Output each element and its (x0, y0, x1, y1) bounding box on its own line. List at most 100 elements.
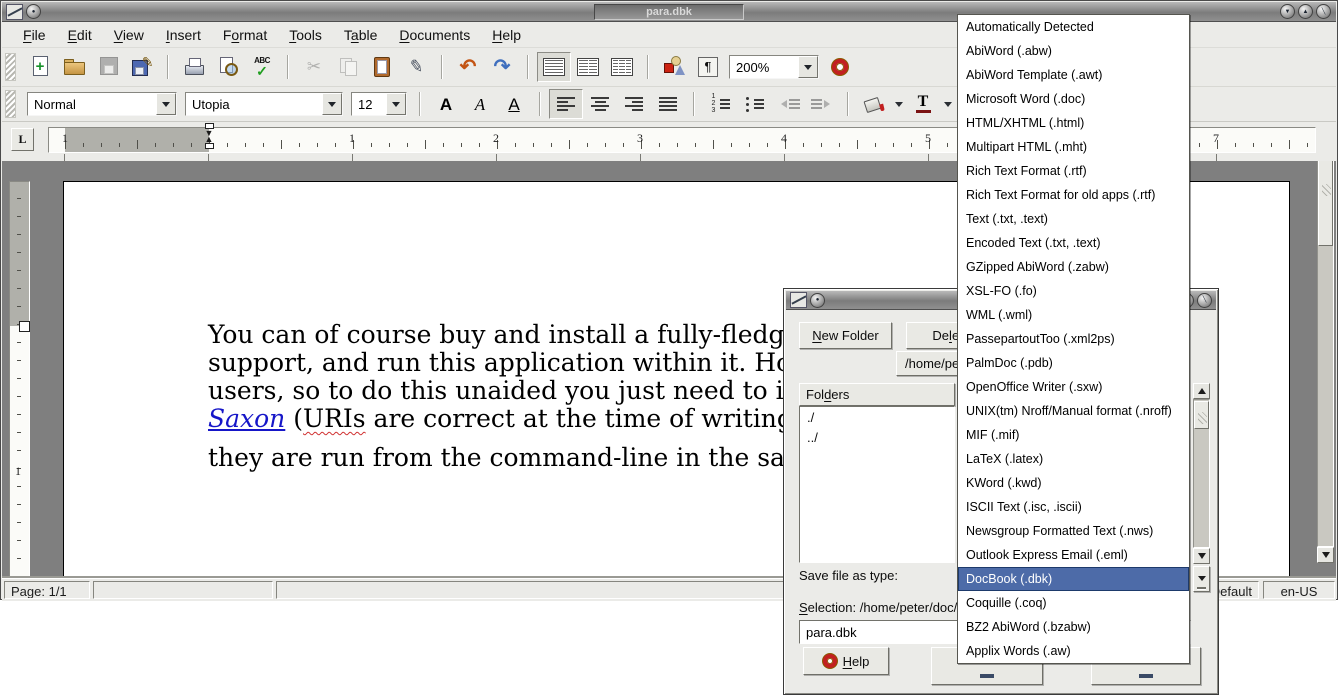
format-toolbar-drag-handle[interactable] (5, 90, 16, 118)
format-option[interactable]: XSL-FO (.fo) (958, 279, 1189, 303)
help-button[interactable] (823, 52, 857, 82)
spellcheck-button[interactable]: ABC✓ (245, 52, 279, 82)
format-option[interactable]: PassepartoutToo (.xml2ps) (958, 327, 1189, 351)
one-column-button[interactable] (537, 52, 571, 82)
window-menu-button[interactable]: ● (26, 4, 41, 19)
save-type-dropdown-arrow[interactable] (1193, 566, 1210, 592)
font-color-arrow[interactable] (940, 90, 955, 118)
align-center-button[interactable] (583, 89, 617, 119)
scroll-down-button[interactable] (1317, 547, 1334, 563)
zoom-combo-arrow-icon[interactable] (798, 56, 818, 78)
format-option[interactable]: AbiWord (.abw) (958, 39, 1189, 63)
menu-insert[interactable]: Insert (155, 24, 212, 46)
format-option[interactable]: MIF (.mif) (958, 423, 1189, 447)
format-option[interactable]: UNIX(tm) Nroff/Manual format (.nroff) (958, 399, 1189, 423)
files-scrollbar[interactable] (1193, 383, 1210, 564)
folder-item[interactable]: ../ (800, 427, 954, 447)
close-button[interactable]: ╲ (1316, 4, 1331, 19)
numbered-list-button[interactable]: 123 (703, 89, 737, 119)
main-toolbar-drag-handle[interactable] (5, 53, 16, 81)
menu-table[interactable]: Table (333, 24, 388, 46)
format-option[interactable]: KWord (.kwd) (958, 471, 1189, 495)
save-as-button[interactable]: ✎ (125, 52, 159, 82)
format-option[interactable]: OpenOffice Writer (.sxw) (958, 375, 1189, 399)
files-scroll-down-button[interactable] (1193, 548, 1210, 564)
background-color-arrow[interactable] (891, 90, 906, 118)
dialog-help-button[interactable]: Help (803, 647, 889, 675)
italic-button[interactable]: A (463, 89, 497, 119)
size-combo-arrow-icon[interactable] (386, 93, 406, 115)
print-preview-button[interactable] (211, 52, 245, 82)
align-right-button[interactable] (617, 89, 651, 119)
format-option[interactable]: Rich Text Format (.rtf) (958, 159, 1189, 183)
format-option[interactable]: Microsoft Word (.doc) (958, 87, 1189, 111)
style-combo-arrow-icon[interactable] (156, 93, 176, 115)
stylus-button[interactable]: ✎ (399, 52, 433, 82)
format-option[interactable]: WML (.wml) (958, 303, 1189, 327)
format-option[interactable]: Multipart HTML (.mht) (958, 135, 1189, 159)
maximize-button[interactable]: ▲ (1298, 4, 1313, 19)
vertical-ruler[interactable]: 1 (9, 181, 30, 578)
show-formatting-marks-button[interactable]: ¶ (691, 52, 725, 82)
align-justify-button[interactable] (651, 89, 685, 119)
format-option[interactable]: ISCII Text (.isc, .iscii) (958, 495, 1189, 519)
format-option[interactable]: Coquille (.coq) (958, 591, 1189, 615)
format-option[interactable]: Rich Text Format for old apps (.rtf) (958, 183, 1189, 207)
scroll-track[interactable] (1317, 161, 1334, 547)
format-option[interactable]: DocBook (.dbk) (958, 567, 1189, 591)
three-columns-button[interactable] (605, 52, 639, 82)
vertical-scrollbar[interactable] (1317, 161, 1334, 563)
menu-view[interactable]: View (103, 24, 155, 46)
files-scroll-thumb[interactable] (1194, 401, 1209, 429)
menu-edit[interactable]: Edit (57, 24, 103, 46)
format-option[interactable]: Encoded Text (.txt, .text) (958, 231, 1189, 255)
format-option[interactable]: Automatically Detected (958, 15, 1189, 39)
two-columns-button[interactable] (571, 52, 605, 82)
bulleted-list-button[interactable] (737, 89, 771, 119)
hyperlink[interactable]: Saxon (208, 404, 285, 433)
format-option[interactable]: AbiWord Template (.awt) (958, 63, 1189, 87)
files-scroll-track[interactable] (1193, 399, 1210, 548)
align-left-button[interactable] (549, 89, 583, 119)
format-option[interactable]: Text (.txt, .text) (958, 207, 1189, 231)
folders-list[interactable]: ./../ (799, 406, 955, 563)
redo-button[interactable]: ↷ (485, 52, 519, 82)
menu-tools[interactable]: Tools (278, 24, 333, 46)
show-drawings-button[interactable] (657, 52, 691, 82)
dialog-menu-button[interactable]: ● (810, 293, 825, 308)
indent-marker[interactable]: ▼ ▲ (202, 123, 216, 163)
files-scroll-up-button[interactable] (1193, 383, 1210, 399)
format-option[interactable]: PalmDoc (.pdb) (958, 351, 1189, 375)
font-color-button[interactable]: T (906, 89, 940, 119)
zoom-combo[interactable]: 200% (729, 55, 819, 79)
shade-button[interactable]: ▼ (1280, 4, 1295, 19)
font-combo-arrow-icon[interactable] (322, 93, 342, 115)
format-option[interactable]: Outlook Express Email (.eml) (958, 543, 1189, 567)
menu-file[interactable]: File (12, 24, 57, 46)
underline-button[interactable]: A (497, 89, 531, 119)
paste-button[interactable] (365, 52, 399, 82)
folders-column-header[interactable]: Folders (799, 383, 955, 406)
format-option[interactable]: GZipped AbiWord (.zabw) (958, 255, 1189, 279)
bold-button[interactable]: A (429, 89, 463, 119)
tab-selector-button[interactable]: L (11, 128, 34, 151)
open-button[interactable] (57, 52, 91, 82)
size-combo[interactable]: 12 (351, 92, 407, 116)
dialog-close-button[interactable]: ╲ (1197, 293, 1212, 308)
print-button[interactable] (177, 52, 211, 82)
new-document-button[interactable]: + (23, 52, 57, 82)
menu-format[interactable]: Format (212, 24, 278, 46)
style-combo[interactable]: Normal (27, 92, 177, 116)
format-option[interactable]: BZ2 AbiWord (.bzabw) (958, 615, 1189, 639)
format-option[interactable]: Newsgroup Formatted Text (.nws) (958, 519, 1189, 543)
menu-documents[interactable]: Documents (388, 24, 481, 46)
font-combo[interactable]: Utopia (185, 92, 343, 116)
folder-item[interactable]: ./ (800, 407, 954, 427)
background-color-button[interactable] (857, 89, 891, 119)
undo-button[interactable]: ↶ (451, 52, 485, 82)
format-option[interactable]: LaTeX (.latex) (958, 447, 1189, 471)
scroll-thumb[interactable] (1318, 161, 1333, 246)
new-folder-button[interactable]: New Folder (799, 322, 892, 349)
format-option[interactable]: HTML/XHTML (.html) (958, 111, 1189, 135)
menu-help[interactable]: Help (481, 24, 532, 46)
